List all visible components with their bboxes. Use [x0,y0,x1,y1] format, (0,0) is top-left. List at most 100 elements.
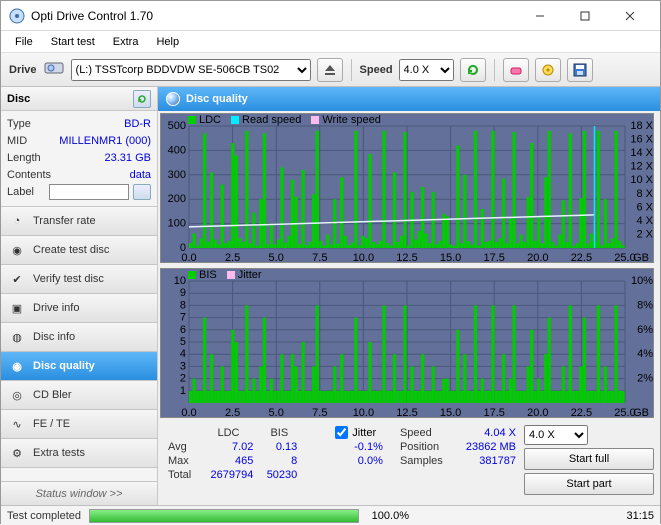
svg-text:GB: GB [633,252,649,263]
gear-icon: ⚙ [9,445,25,461]
nav-extra-tests[interactable]: ⚙Extra tests [1,439,157,468]
menu-start-test[interactable]: Start test [43,34,103,50]
disc-header: Disc [7,93,30,105]
menu-file[interactable]: File [7,34,41,50]
main-panel: Disc quality LDC Read speed Write speed … [158,87,660,505]
svg-text:0.0: 0.0 [181,252,196,263]
disc-length-value: 23.31 GB [105,152,151,164]
maximize-button[interactable] [562,1,607,30]
drive-icon [43,59,65,80]
svg-text:12 X: 12 X [630,161,653,173]
svg-text:2.5: 2.5 [225,252,240,263]
disc-refresh-button[interactable] [133,90,151,108]
menu-bar: File Start test Extra Help [1,31,660,53]
eject-button[interactable] [317,58,343,82]
status-bar: Test completed 100.0% 31:15 [1,505,660,525]
options-button[interactable] [535,58,561,82]
svg-text:22.5: 22.5 [571,407,592,418]
ldc-chart: 01002003004005000.02.55.07.510.012.515.0… [160,113,654,263]
svg-text:300: 300 [168,169,186,181]
toolbar: Drive (L:) TSSTcorp BDDVDW SE-506CB TS02… [1,53,660,87]
jitter-checkbox[interactable]: Jitter [335,426,383,439]
disc-contents-value: data [130,169,151,181]
main-title: Disc quality [186,93,248,105]
refresh-speed-button[interactable] [460,58,486,82]
svg-text:12.5: 12.5 [396,407,417,418]
disc-label-apply-button[interactable] [133,184,151,200]
bis-chart: 123456789100.02.55.07.510.012.515.017.52… [160,268,654,418]
svg-text:6%: 6% [637,324,653,336]
svg-text:7.5: 7.5 [312,252,327,263]
disc-length-label: Length [7,152,41,164]
nav-cd-bler[interactable]: ◎CD Bler [1,381,157,410]
svg-text:22.5: 22.5 [571,252,592,263]
svg-text:4 X: 4 X [636,215,653,227]
save-button[interactable] [567,58,593,82]
progress-bar [89,509,359,523]
stats-table: LDCBIS Jitter Speed4.04 X Avg7.020.13 -0… [164,425,520,495]
svg-text:15.0: 15.0 [440,252,461,263]
drive-select[interactable]: (L:) TSSTcorp BDDVDW SE-506CB TS02 [71,59,311,81]
svg-text:9: 9 [180,287,186,299]
svg-text:4%: 4% [637,348,653,360]
disc-type-value: BD-R [124,118,151,130]
disc-type-label: Type [7,118,31,130]
nav-create-test-disc[interactable]: ◉Create test disc [1,236,157,265]
svg-text:8: 8 [180,299,186,311]
disc-write-icon: ◉ [9,242,25,258]
sidebar: Disc Type BD-R MID MILLENMR1 (000) Length 2… [1,87,158,505]
svg-text:GB: GB [633,407,649,418]
svg-text:6: 6 [180,324,186,336]
check-icon: ✔ [9,271,25,287]
svg-text:10.0: 10.0 [353,407,374,418]
nav-disc-quality[interactable]: ◉Disc quality [1,352,157,381]
svg-text:17.5: 17.5 [483,252,504,263]
svg-text:5.0: 5.0 [269,407,284,418]
svg-text:3: 3 [180,360,186,372]
start-full-button[interactable]: Start full [524,448,654,470]
svg-text:5: 5 [180,336,186,348]
chart1-legend: LDC Read speed Write speed [188,114,381,126]
svg-text:1: 1 [180,385,186,397]
status-text: Test completed [7,510,81,522]
app-icon [9,8,25,24]
svg-text:2%: 2% [637,373,653,385]
nav-transfer-rate[interactable]: ◔Transfer rate [1,207,157,236]
svg-text:500: 500 [168,120,186,132]
disc-label-input[interactable] [49,184,129,200]
start-part-button[interactable]: Start part [524,473,654,495]
svg-text:200: 200 [168,193,186,205]
elapsed-time: 31:15 [614,510,654,522]
status-window-toggle[interactable]: Status window >> [1,481,157,505]
disc-mid-value: MILLENMR1 (000) [59,135,151,147]
svg-text:20.0: 20.0 [527,252,548,263]
svg-text:10.0: 10.0 [353,252,374,263]
minimize-button[interactable] [517,1,562,30]
erase-button[interactable] [503,58,529,82]
nav-disc-info[interactable]: ◍Disc info [1,323,157,352]
menu-help[interactable]: Help [148,34,187,50]
speed-select[interactable]: 4.0 X [399,59,454,81]
progress-percent: 100.0% [367,510,409,522]
close-button[interactable] [607,1,652,30]
quality-icon: ◉ [9,358,25,374]
menu-extra[interactable]: Extra [105,34,147,50]
nav-verify-test-disc[interactable]: ✔Verify test disc [1,265,157,294]
chart2-legend: BIS Jitter [188,269,262,281]
svg-text:18 X: 18 X [630,120,653,132]
speed-label: Speed [360,64,393,76]
svg-text:17.5: 17.5 [483,407,504,418]
svg-text:14 X: 14 X [630,147,653,159]
test-speed-select[interactable]: 4.0 X [524,425,588,445]
disc-mid-label: MID [7,135,27,147]
nav-fe-te[interactable]: ∿FE / TE [1,410,157,439]
svg-text:2.5: 2.5 [225,407,240,418]
disc-quality-icon [166,92,180,106]
wave-icon: ∿ [9,416,25,432]
title-bar: Opti Drive Control 1.70 [1,1,660,31]
svg-text:10 X: 10 X [630,174,653,186]
nav-drive-info[interactable]: ▣Drive info [1,294,157,323]
svg-text:10: 10 [174,275,186,287]
svg-text:6 X: 6 X [636,201,653,213]
svg-text:16 X: 16 X [630,134,653,146]
